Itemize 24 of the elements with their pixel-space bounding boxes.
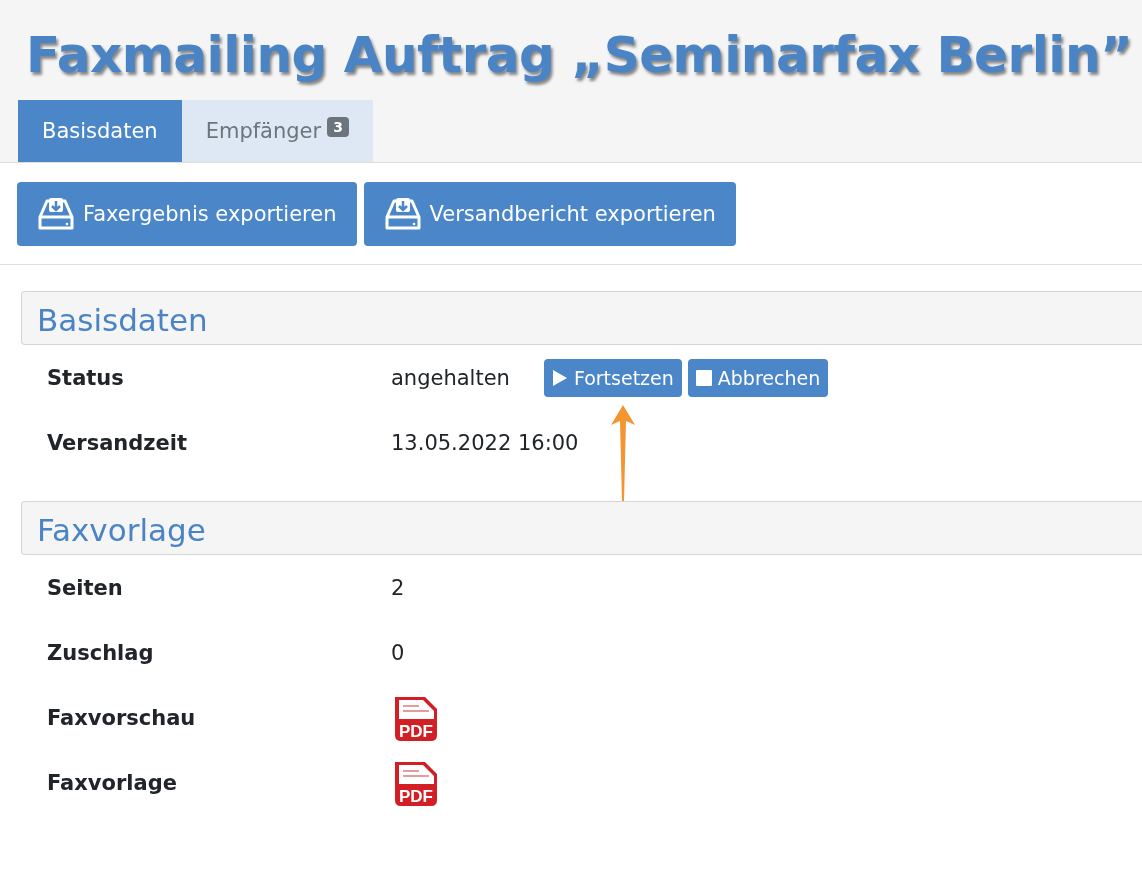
field-value: 13.05.2022 16:00 — [391, 430, 579, 455]
field-label: Faxvorlage — [47, 770, 178, 795]
field-label: Zuschlag — [47, 640, 155, 665]
export-button[interactable]: Faxergebnis exportieren — [17, 182, 357, 246]
field-value: 2 — [391, 575, 405, 600]
page-title: Faxmailing Auftrag „Seminarfax Berlin” — [25, 25, 1134, 86]
export-button[interactable]: Versandbericht exportieren — [363, 182, 736, 246]
cancel-button[interactable]: Abbrechen — [687, 358, 829, 397]
section-heading: Faxvorlage — [21, 501, 1142, 555]
field-label: Versandzeit — [47, 430, 189, 455]
field-label: Status — [47, 365, 125, 390]
field-label: Faxvorschau — [47, 705, 197, 730]
resume-button[interactable]: Fortsetzen — [543, 358, 682, 397]
download-tray-icon — [383, 197, 422, 231]
count-badge: 3 — [327, 117, 349, 137]
stop-icon — [695, 369, 712, 386]
tab[interactable]: Empfänger 3 — [181, 100, 373, 162]
status-value: angehalten — [391, 365, 510, 390]
field-label: Seiten — [47, 575, 124, 600]
tab[interactable]: Basisdaten — [18, 100, 182, 162]
section-heading: Basisdaten — [21, 291, 1142, 345]
play-icon — [551, 368, 568, 387]
download-tray-icon — [37, 197, 75, 231]
field-value: 0 — [391, 640, 405, 665]
